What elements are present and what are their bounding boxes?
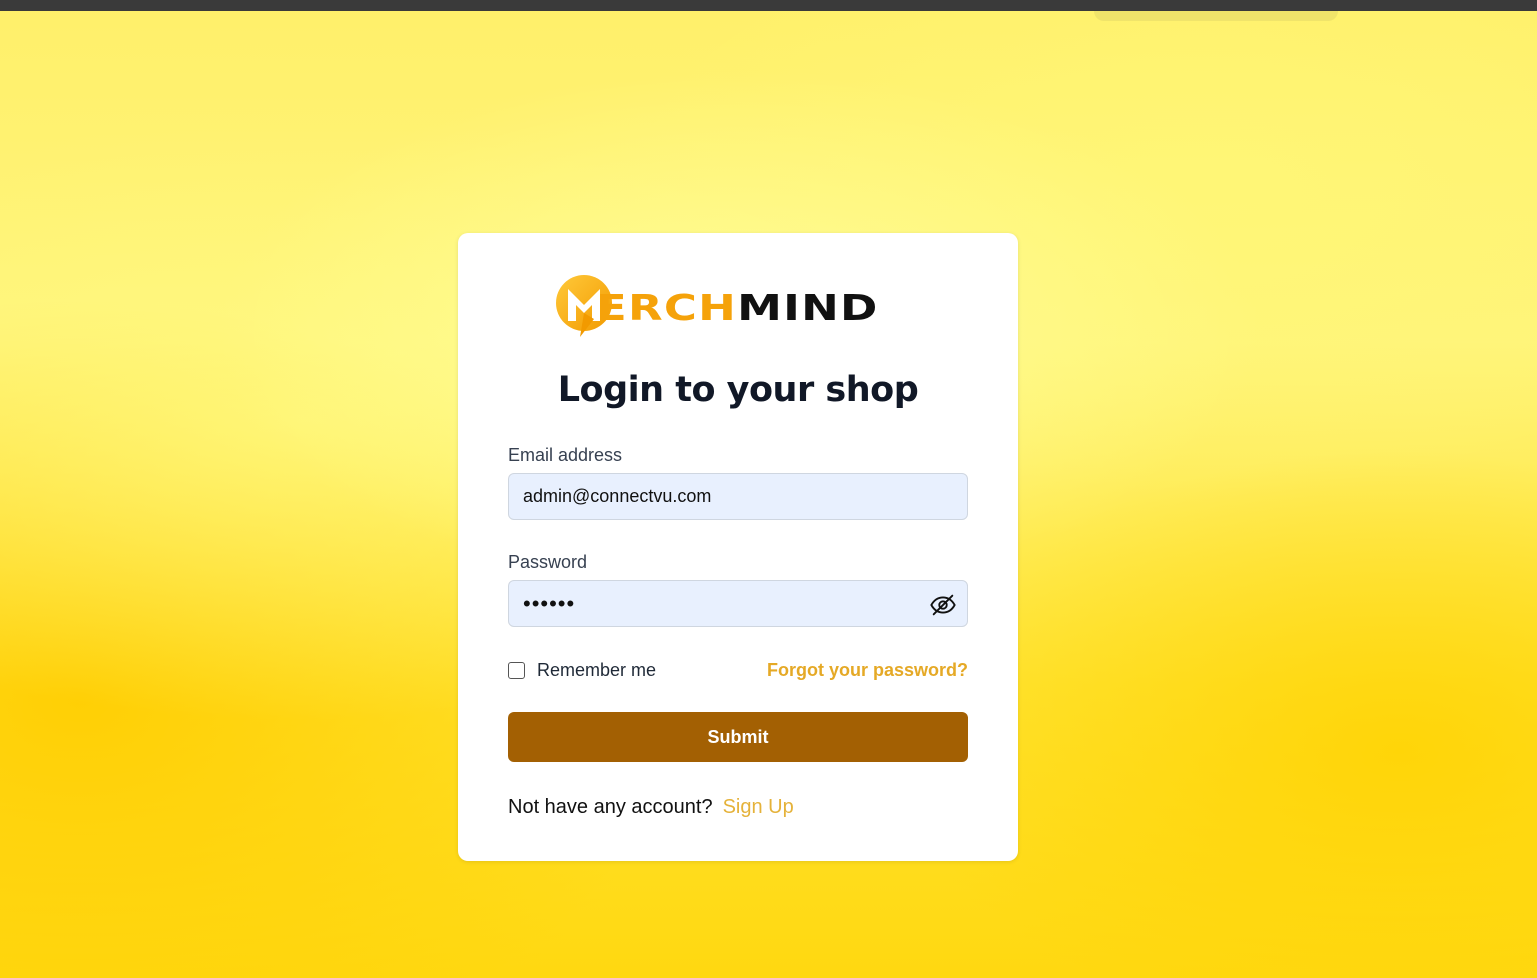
- login-card: ERCHMIND Login to your shop Email addres…: [458, 233, 1018, 861]
- remember-me-row: Remember me: [508, 660, 656, 681]
- signup-row: Not have any account? Sign Up: [508, 796, 794, 819]
- logo-wordmark-part1: ERCH: [596, 288, 738, 329]
- sign-up-link[interactable]: Sign Up: [723, 796, 794, 819]
- email-field[interactable]: admin@connectvu.com: [508, 473, 968, 520]
- remember-me-checkbox[interactable]: [508, 662, 525, 679]
- logo-wordmark: ERCHMIND: [596, 284, 879, 334]
- email-label: Email address: [508, 445, 623, 465]
- password-label: Password: [508, 552, 588, 572]
- no-account-text: Not have any account?: [508, 796, 713, 818]
- password-value: ••••••: [523, 590, 576, 616]
- top-overlay-tab: [1094, 4, 1338, 21]
- merchmind-logo: ERCHMIND: [556, 271, 906, 339]
- remember-me-label[interactable]: Remember me: [537, 660, 656, 681]
- eye-off-icon[interactable]: [929, 591, 957, 619]
- page-title: Login to your shop: [557, 370, 919, 410]
- forgot-password-link[interactable]: Forgot your password?: [767, 660, 968, 681]
- submit-button[interactable]: Submit: [508, 712, 968, 762]
- logo-wordmark-part2: MIND: [737, 288, 879, 329]
- password-field[interactable]: ••••••: [508, 580, 968, 627]
- email-value: admin@connectvu.com: [523, 486, 712, 506]
